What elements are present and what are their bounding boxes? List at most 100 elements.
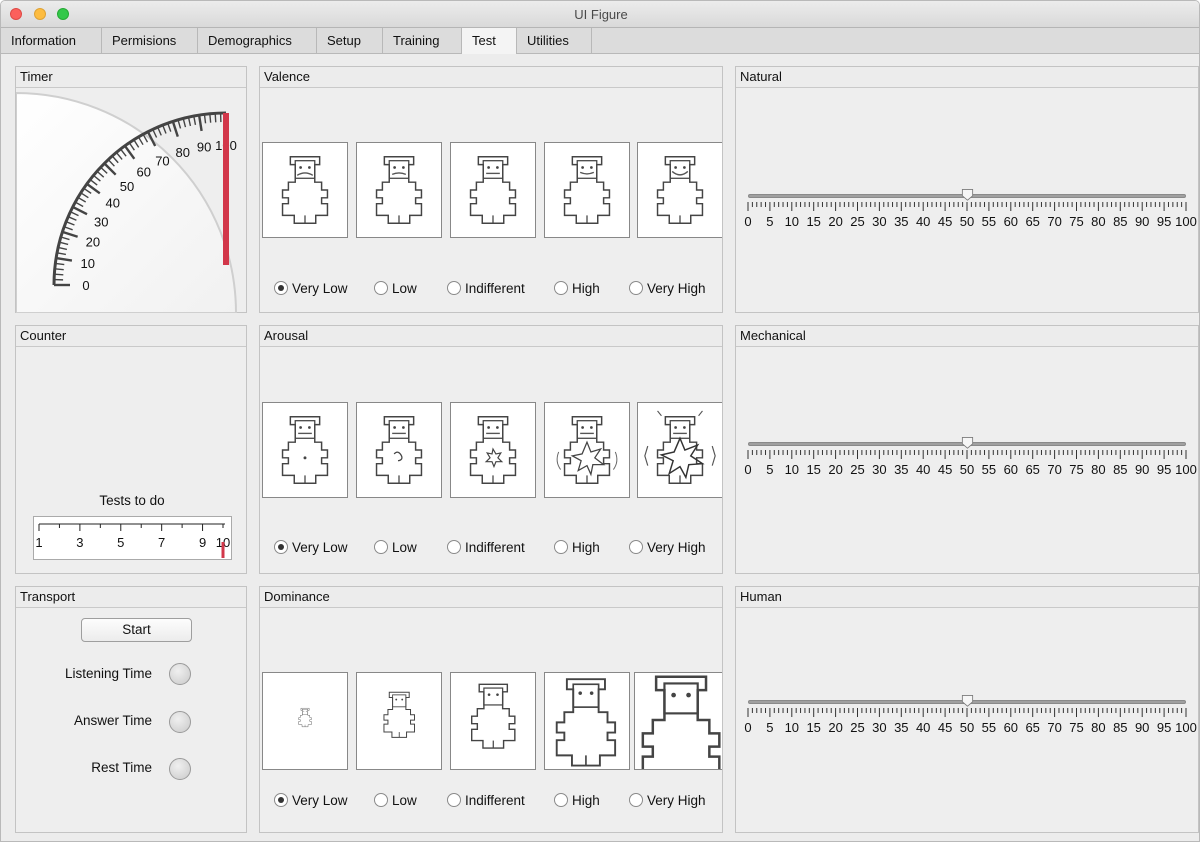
tab-demographics[interactable]: Demographics xyxy=(198,28,317,53)
radio-label: Low xyxy=(392,793,417,808)
radio-dot xyxy=(374,540,388,554)
counter-tick-label: 3 xyxy=(76,535,83,550)
natural-slider-tick-label: 100 xyxy=(1175,214,1197,229)
natural-slider-thumb[interactable] xyxy=(961,189,974,201)
timer-gauge: 0102030405060708090100 xyxy=(16,91,238,313)
radio-label: High xyxy=(572,540,600,555)
dominance-panel: Dominance Very Low Low Indifferent High … xyxy=(259,586,723,833)
answer-time-lamp xyxy=(169,711,191,733)
answer-time-label: Answer Time xyxy=(73,713,152,728)
tab-utilities[interactable]: Utilities xyxy=(517,28,592,53)
mechanical-slider-thumb[interactable] xyxy=(961,437,974,449)
radio-label: Low xyxy=(392,540,417,555)
dominance-panel-title: Dominance xyxy=(260,587,722,608)
tab-training[interactable]: Training xyxy=(383,28,462,53)
dominance-figure-1 xyxy=(262,672,348,770)
radio-dot xyxy=(629,540,643,554)
dominance-figure-3 xyxy=(450,672,536,770)
rest-time-label: Rest Time xyxy=(91,760,152,775)
timer-tick-label: 10 xyxy=(80,256,94,271)
timer-gauge-face xyxy=(16,91,238,313)
radio-dot xyxy=(447,281,461,295)
arousal-figure-4 xyxy=(544,402,630,498)
timer-tick-label: 60 xyxy=(136,165,150,180)
arousal-panel-title: Arousal xyxy=(260,326,722,347)
tests-to-do-gauge: 1357910 xyxy=(33,516,232,560)
mechanical-slider-tick-label: 100 xyxy=(1175,462,1197,477)
transport-panel: Transport Start Listening Time Answer Ti… xyxy=(15,586,247,833)
counter-panel: Counter Tests to do 1357910 xyxy=(15,325,247,574)
mechanical-panel: Mechanical 0 5 10 15 20 25 30 35 40 45 50 55 60 65 70 7… xyxy=(735,325,1199,574)
listening-time-label: Listening Time xyxy=(64,666,152,681)
radio-dot xyxy=(374,281,388,295)
counter-tick-label: 9 xyxy=(199,535,206,550)
radio-dot xyxy=(554,281,568,295)
valence-figure-2 xyxy=(356,142,442,238)
radio-dot xyxy=(274,281,288,295)
timer-tick-label: 30 xyxy=(94,214,108,229)
dominance-figure-2 xyxy=(356,672,442,770)
app-window: UI Figure Information Permisions Demogra… xyxy=(0,0,1200,842)
radio-label: High xyxy=(572,793,600,808)
counter-tick-label: 1 xyxy=(35,535,42,550)
radio-dot xyxy=(374,793,388,807)
counter-panel-title: Counter xyxy=(16,326,246,347)
valence-panel: Valence Very Low Low Indifferent High Ve… xyxy=(259,66,723,313)
radio-label: Very Low xyxy=(292,540,348,555)
natural-panel-title: Natural xyxy=(736,67,1198,88)
radio-dot xyxy=(629,793,643,807)
timer-tick-label: 90 xyxy=(197,140,211,155)
radio-label: Very Low xyxy=(292,281,348,296)
natural-panel: Natural 0 5 10 15 20 25 30 35 40 45 50 55 60 65 70 75 80… xyxy=(735,66,1199,313)
tab-bar: Information Permisions Demographics Setu… xyxy=(1,28,1199,54)
dominance-figure-5 xyxy=(634,672,722,770)
timer-tick-label: 80 xyxy=(176,145,190,160)
human-panel: Human 0 5 10 15 20 25 30 35 40 45 50 55 60 65 70 75 80 85… xyxy=(735,586,1199,833)
mechanical-panel-title: Mechanical xyxy=(736,326,1198,347)
radio-label: Very High xyxy=(647,281,706,296)
counter-caption: Tests to do xyxy=(99,493,165,508)
timer-panel: Timer 0102030405060708090100 xyxy=(15,66,247,313)
radio-label: Very High xyxy=(647,793,706,808)
radio-label: Low xyxy=(392,281,417,296)
tab-permisions[interactable]: Permisions xyxy=(102,28,198,53)
valence-figure-1 xyxy=(262,142,348,238)
arousal-figure-3 xyxy=(450,402,536,498)
dominance-figure-4 xyxy=(544,672,630,770)
radio-dot xyxy=(447,793,461,807)
timer-panel-title: Timer xyxy=(16,67,246,88)
timer-tick-label: 50 xyxy=(120,179,134,194)
transport-panel-title: Transport xyxy=(16,587,246,608)
valence-figure-3 xyxy=(450,142,536,238)
listening-time-lamp xyxy=(169,663,191,685)
arousal-figure-2 xyxy=(356,402,442,498)
radio-dot xyxy=(554,540,568,554)
human-slider-thumb[interactable] xyxy=(961,695,974,707)
human-slider-tick-label: 100 xyxy=(1175,720,1197,735)
tab-information[interactable]: Information xyxy=(1,28,102,53)
title-bar: UI Figure xyxy=(1,1,1199,28)
valence-figure-5 xyxy=(637,142,722,238)
radio-dot xyxy=(274,540,288,554)
tab-test[interactable]: Test xyxy=(462,28,517,54)
rest-time-lamp xyxy=(169,758,191,780)
human-panel-title: Human xyxy=(736,587,1198,608)
window-title: UI Figure xyxy=(574,7,628,22)
timer-tick-label: 70 xyxy=(155,153,169,168)
radio-dot xyxy=(629,281,643,295)
radio-dot xyxy=(554,793,568,807)
arousal-panel: Arousal Very Low Low Indifferent High Ve… xyxy=(259,325,723,574)
arousal-figure-1 xyxy=(262,402,348,498)
valence-panel-title: Valence xyxy=(260,67,722,88)
radio-label: Very Low xyxy=(292,793,348,808)
valence-figure-4 xyxy=(544,142,630,238)
start-button[interactable]: Start xyxy=(81,618,192,642)
timer-tick-label: 40 xyxy=(106,196,120,211)
radio-dot xyxy=(274,793,288,807)
radio-label: High xyxy=(572,281,600,296)
radio-label: Indifferent xyxy=(465,281,525,296)
radio-label: Very High xyxy=(647,540,706,555)
tab-setup[interactable]: Setup xyxy=(317,28,383,53)
radio-label: Indifferent xyxy=(465,540,525,555)
timer-tick-label: 0 xyxy=(82,278,89,293)
